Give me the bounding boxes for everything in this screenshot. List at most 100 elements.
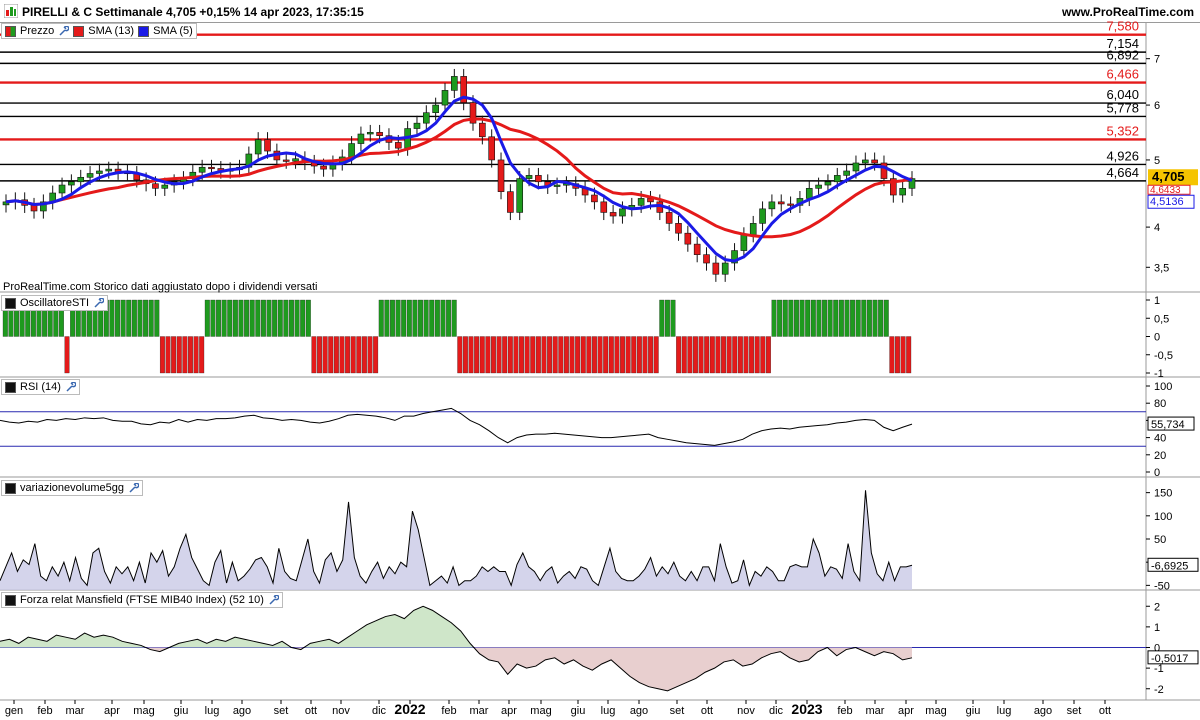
candle-body xyxy=(77,176,85,183)
candle-body xyxy=(591,194,598,203)
sti-bar xyxy=(524,336,530,374)
sti-bar xyxy=(457,336,463,374)
sti-bar xyxy=(895,336,900,374)
candle-body xyxy=(366,132,374,135)
time-axis-label: dic xyxy=(372,705,387,717)
candle-body xyxy=(768,201,776,210)
vol-tick-label: 150 xyxy=(1154,488,1172,500)
sti-bar xyxy=(664,299,670,337)
sti-bar xyxy=(345,336,351,374)
chart-canvas[interactable]: 7,5807,1546,8926,4666,0405,7785,3524,926… xyxy=(0,0,1200,720)
price-tick-label: 4 xyxy=(1154,222,1160,234)
candle-body xyxy=(357,133,365,144)
sti-bar xyxy=(154,299,160,337)
rsi-legend[interactable]: RSI (14) xyxy=(1,379,80,395)
candle-body xyxy=(105,168,113,172)
sti-bar xyxy=(805,299,811,337)
time-axis-label: set xyxy=(670,705,685,717)
candle-body xyxy=(479,122,486,138)
sti-bar xyxy=(726,336,732,374)
candle-body xyxy=(899,188,906,196)
time-axis-label: giu xyxy=(966,705,981,717)
time-axis-label: nov xyxy=(332,705,350,717)
vol-tick-label: 100 xyxy=(1154,511,1172,523)
candle-body xyxy=(665,212,673,224)
mansfield-tick-label: -2 xyxy=(1154,684,1164,696)
wrench-icon[interactable] xyxy=(268,594,279,606)
rsi-name: RSI (14) xyxy=(20,381,61,393)
sma5-swatch-icon xyxy=(138,25,150,37)
sti-bar xyxy=(569,336,575,374)
level-label: 6,892 xyxy=(1106,47,1139,62)
sti-bar xyxy=(216,299,221,337)
sti-bar xyxy=(883,299,889,337)
candle-body xyxy=(86,173,94,178)
time-axis-label: mar xyxy=(866,705,885,717)
sti-bar xyxy=(120,299,126,337)
time-axis-label: mag xyxy=(925,705,946,717)
sti-bar xyxy=(277,299,283,337)
candle-body xyxy=(535,175,542,183)
sti-bar xyxy=(614,336,620,374)
candle-body xyxy=(833,175,841,183)
sti-bar xyxy=(575,336,581,374)
sti-bar xyxy=(597,336,603,374)
sti-bar xyxy=(317,336,322,374)
candle-body xyxy=(68,181,75,186)
sti-bar xyxy=(294,299,300,337)
price-swatch-icon xyxy=(5,25,16,37)
candle-body xyxy=(488,136,495,161)
mansfield-tick-label: 1 xyxy=(1154,622,1160,634)
sti-bar xyxy=(749,336,755,374)
main-legend[interactable]: Prezzo SMA (13) SMA (5) xyxy=(1,23,197,39)
sti-bar xyxy=(126,299,132,337)
sti-bar xyxy=(339,336,345,374)
candle-body xyxy=(161,184,169,189)
sti-bar xyxy=(558,336,564,374)
candle-body xyxy=(423,112,430,124)
time-axis-label: mar xyxy=(66,705,85,717)
time-axis-label: dic xyxy=(769,705,784,717)
rsi-tick-label: 20 xyxy=(1154,450,1166,462)
sti-name: OscillatoreSTI xyxy=(20,297,90,309)
wrench-icon[interactable] xyxy=(93,297,105,309)
mansfield-legend[interactable]: Forza relat Mansfield (FTSE MIB40 Index)… xyxy=(1,592,283,608)
wrench-icon[interactable] xyxy=(65,381,76,393)
sti-bar xyxy=(765,336,771,374)
sti-bar xyxy=(906,336,912,374)
sti-bar xyxy=(833,299,839,337)
sti-bar xyxy=(115,299,120,337)
sti-bar xyxy=(474,336,480,374)
wrench-icon[interactable] xyxy=(58,25,70,37)
candle-body xyxy=(507,191,514,213)
legend-sma13: SMA (13) xyxy=(88,25,135,37)
mansfield-tick-label: -1 xyxy=(1154,663,1164,675)
sti-bar xyxy=(850,299,856,337)
candle-body xyxy=(637,198,645,206)
sti-bar xyxy=(693,336,698,374)
candle-body xyxy=(675,223,682,234)
sti-bar xyxy=(451,299,457,337)
time-axis-label: feb xyxy=(37,705,52,717)
sti-bar xyxy=(176,336,182,374)
level-label: 4,926 xyxy=(1106,148,1139,163)
sti-bar xyxy=(777,299,783,337)
sti-bar xyxy=(760,336,766,374)
sti-legend[interactable]: OscillatoreSTI xyxy=(1,295,109,311)
vol-legend[interactable]: variazionevolume5gg xyxy=(1,480,143,496)
sti-bar xyxy=(260,299,266,337)
sti-bar xyxy=(620,336,625,374)
sti-bar xyxy=(636,336,642,374)
sti-bar xyxy=(289,299,294,337)
wrench-icon[interactable] xyxy=(128,482,139,494)
sti-bar xyxy=(681,336,687,374)
mansfield-name: Forza relat Mansfield (FTSE MIB40 Index)… xyxy=(20,594,264,606)
sti-bar xyxy=(822,299,827,337)
candle-body xyxy=(600,201,608,213)
sti-bar xyxy=(782,299,788,337)
mansfield-swatch-icon xyxy=(5,594,16,606)
sti-tick-label: 0,5 xyxy=(1154,313,1169,325)
price-tick-label: 3,5 xyxy=(1154,262,1169,274)
sti-bar xyxy=(143,299,149,337)
rsi-tick-label: 80 xyxy=(1154,398,1166,410)
